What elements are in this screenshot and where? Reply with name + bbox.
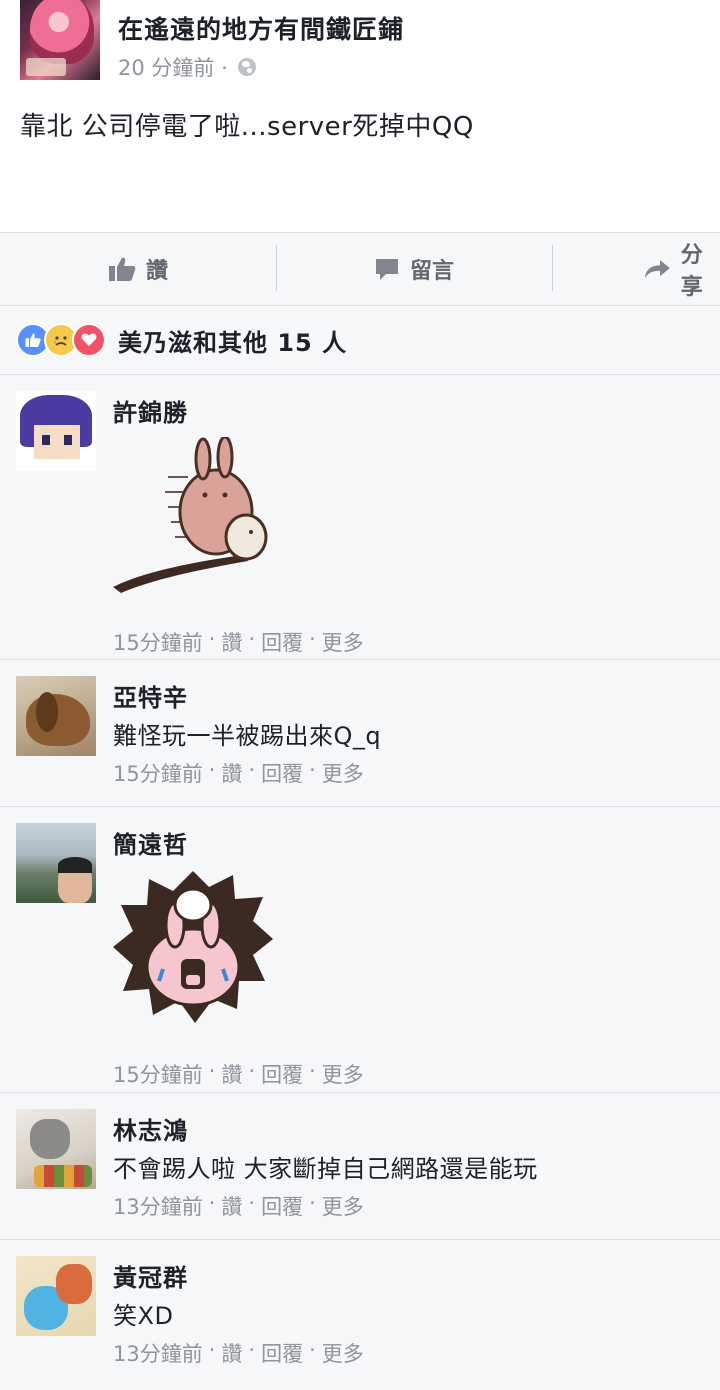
comment-like-link[interactable]: 讚 (221, 1191, 242, 1221)
post-meta: 20 分鐘前 · (118, 52, 256, 82)
share-button[interactable]: 分享 (552, 233, 720, 305)
comment-like-link[interactable]: 讚 (221, 1059, 242, 1089)
rabbit-running-sticker (113, 435, 283, 601)
comment-meta: 15分鐘前 · 讚 · 回覆 · 更多 (113, 1059, 364, 1089)
like-button[interactable]: 讚 (0, 233, 276, 305)
comment-label: 留言 (409, 259, 454, 284)
commenter-avatar[interactable] (16, 391, 96, 471)
comment-meta: 15分鐘前 · 讚 · 回覆 · 更多 (113, 627, 364, 657)
comment-reply-link[interactable]: 回覆 (261, 1338, 303, 1368)
comment-reply-link[interactable]: 回覆 (261, 1059, 303, 1089)
comment-text: 難怪玩一半被踢出來Q_q (113, 722, 382, 750)
comment-item: 許錦勝 15分鐘前 · 讚 · 回覆 · 更多 (0, 375, 720, 660)
reactions-text: 美乃滋和其他 15 人 (118, 328, 348, 357)
commenter-avatar[interactable] (16, 676, 96, 756)
comment-more-link[interactable]: 更多 (322, 1338, 364, 1368)
comment-more-link[interactable]: 更多 (322, 1191, 364, 1221)
comment-item: 黃冠群 笑XD 13分鐘前 · 讚 · 回覆 · 更多 (0, 1240, 720, 1390)
comment-text: 不會踢人啦 大家斷掉自己網路還是能玩 (113, 1155, 538, 1183)
comment-item: 亞特辛 難怪玩一半被踢出來Q_q 15分鐘前 · 讚 · 回覆 · 更多 (0, 660, 720, 807)
commenter-name[interactable]: 簡遠哲 (113, 825, 188, 860)
comment-like-link[interactable]: 讚 (221, 758, 242, 788)
reaction-icons (16, 323, 106, 357)
globe-icon (237, 58, 256, 76)
comment-reply-link[interactable]: 回覆 (261, 758, 303, 788)
share-label: 分享 (680, 243, 703, 300)
comment-more-link[interactable]: 更多 (322, 627, 364, 657)
comment-button[interactable]: 留言 (276, 233, 552, 305)
share-arrow-icon (644, 260, 670, 278)
post-text: 靠北 公司停電了啦...server死掉中QQ (20, 112, 474, 142)
comment-more-link[interactable]: 更多 (322, 1059, 364, 1089)
comment-meta: 13分鐘前 · 讚 · 回覆 · 更多 (113, 1191, 364, 1221)
commenter-avatar[interactable] (16, 1109, 96, 1189)
commenter-name[interactable]: 許錦勝 (113, 393, 188, 428)
commenter-name[interactable]: 林志鴻 (113, 1111, 188, 1146)
page-name[interactable]: 在遙遠的地方有間鐵匠鋪 (118, 10, 404, 46)
reactions-summary[interactable]: 美乃滋和其他 15 人 (0, 306, 720, 375)
comment-time[interactable]: 13分鐘前 (113, 1338, 203, 1368)
commenter-avatar[interactable] (16, 823, 96, 903)
comment-more-link[interactable]: 更多 (322, 758, 364, 788)
comment-icon (375, 259, 398, 280)
comment-reply-link[interactable]: 回覆 (261, 627, 303, 657)
page-avatar[interactable] (20, 0, 100, 80)
comment-item: 簡遠哲 15分鐘前 · 讚 · 回覆 · 更多 (0, 807, 720, 1093)
comment-time[interactable]: 15分鐘前 (113, 1059, 203, 1089)
comment-item: 林志鴻 不會踢人啦 大家斷掉自己網路還是能玩 13分鐘前 · 讚 · 回覆 · … (0, 1093, 720, 1240)
commenter-avatar[interactable] (16, 1256, 96, 1336)
comment-like-link[interactable]: 讚 (221, 627, 242, 657)
commenter-name[interactable]: 黃冠群 (113, 1258, 188, 1293)
commenter-name[interactable]: 亞特辛 (113, 678, 188, 713)
post-time[interactable]: 20 分鐘前 · (118, 52, 228, 82)
comment-reply-link[interactable]: 回覆 (261, 1191, 303, 1221)
action-bar: 讚 留言 分享 (0, 233, 720, 306)
comment-meta: 15分鐘前 · 讚 · 回覆 · 更多 (113, 758, 364, 788)
comment-time[interactable]: 13分鐘前 (113, 1191, 203, 1221)
comment-time[interactable]: 15分鐘前 (113, 758, 203, 788)
rabbit-screaming-sticker (113, 869, 273, 1029)
comment-like-link[interactable]: 讚 (221, 1338, 242, 1368)
love-icon (72, 323, 106, 357)
post-card: 在遙遠的地方有間鐵匠鋪 20 分鐘前 · 靠北 公司停電了啦...server死… (0, 0, 720, 233)
comment-meta: 13分鐘前 · 讚 · 回覆 · 更多 (113, 1338, 364, 1368)
thumbs-up-icon (108, 257, 136, 281)
comment-time[interactable]: 15分鐘前 (113, 627, 203, 657)
like-label: 讚 (145, 259, 168, 284)
comment-text: 笑XD (113, 1302, 174, 1330)
